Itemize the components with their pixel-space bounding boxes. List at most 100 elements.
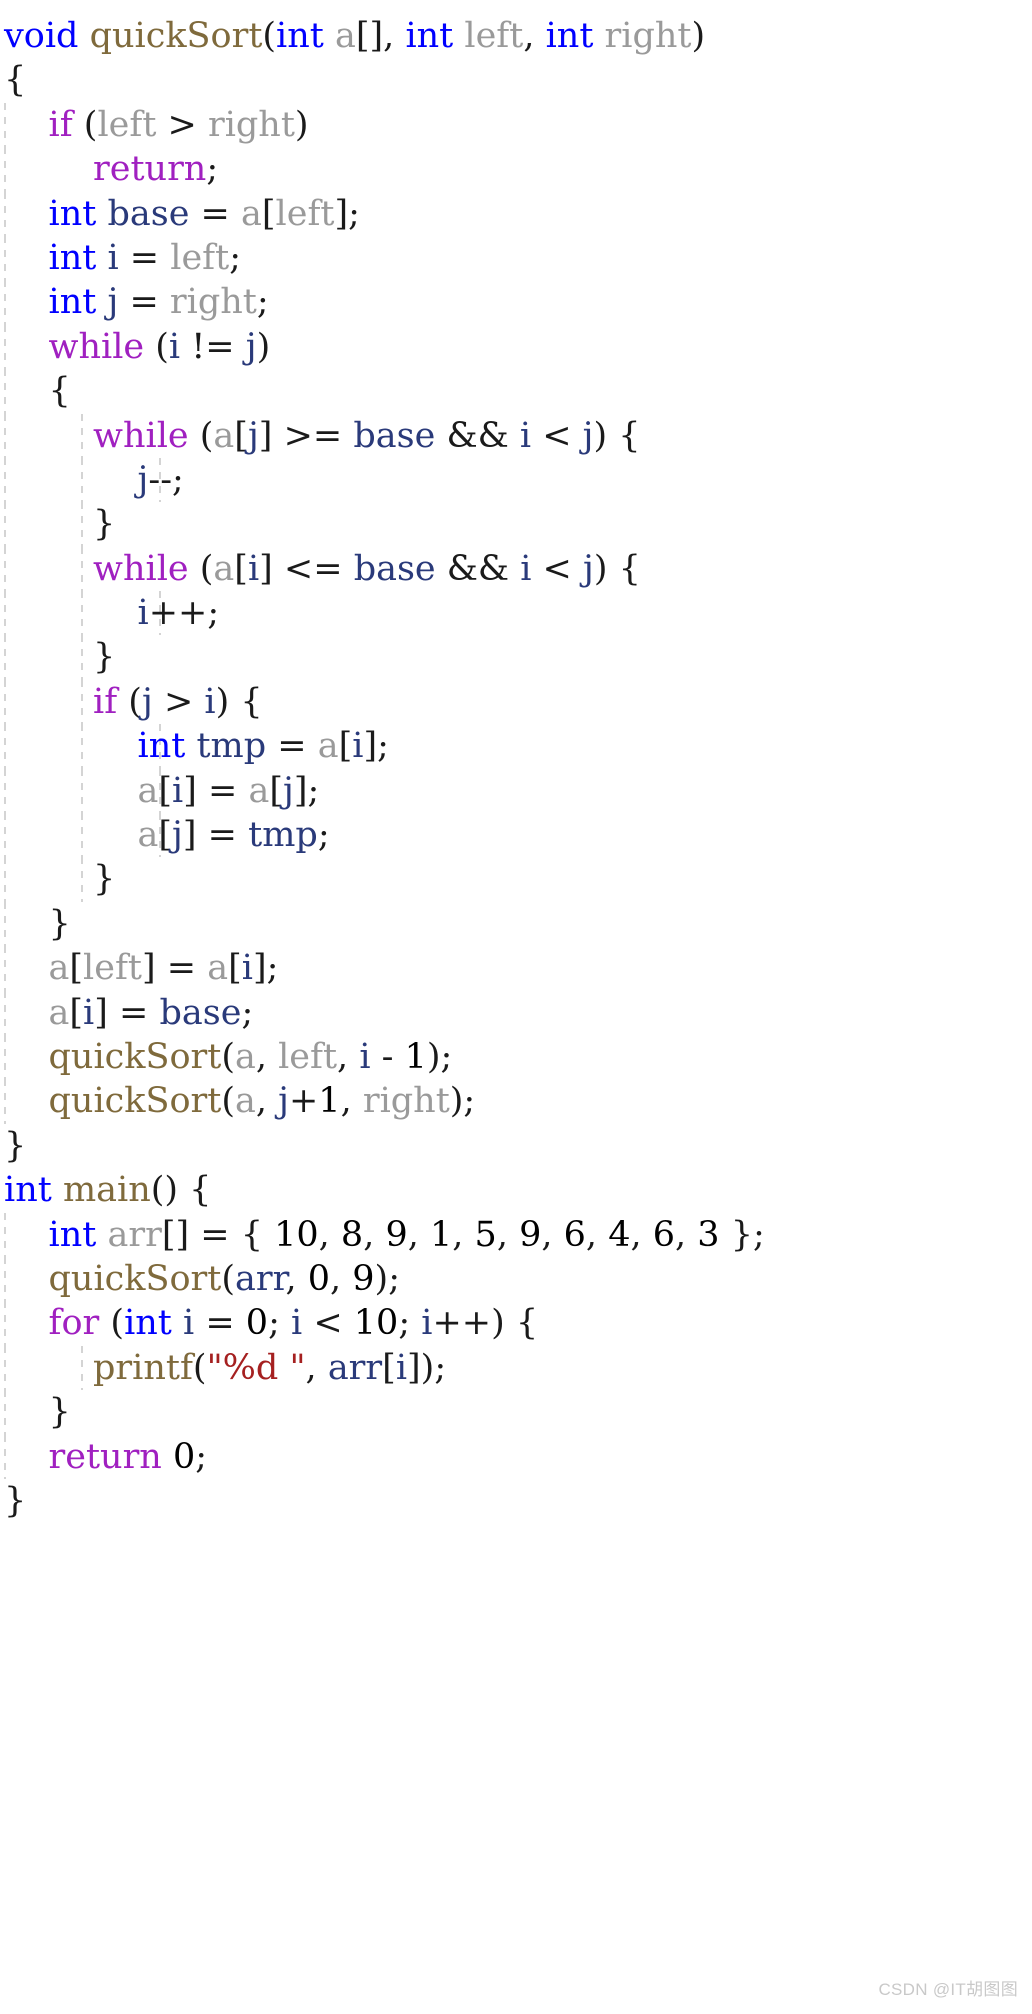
- code-line-text: {: [0, 58, 1032, 102]
- token-punc: &&: [435, 415, 520, 456]
- token-punc: [: [261, 193, 276, 234]
- token-punc: ];: [252, 948, 279, 989]
- token-punc: ,: [585, 1214, 609, 1255]
- token-var: i: [204, 681, 216, 722]
- token-ident: a: [137, 815, 159, 856]
- token-punc: [: [158, 815, 173, 856]
- csdn-watermark: CSDN @IT胡图图: [878, 1980, 1018, 1999]
- token-ident: right: [362, 1081, 450, 1122]
- token-punc: () {: [150, 1170, 212, 1211]
- code-line-text: int arr[] = { 10, 8, 9, 1, 5, 9, 6, 4, 6…: [0, 1213, 1032, 1257]
- token-punc: [52, 1170, 63, 1210]
- token-punc: [4, 1037, 49, 1077]
- code-line: int arr[] = { 10, 8, 9, 1, 5, 9, 6, 4, 6…: [0, 1212, 1032, 1257]
- token-ident: left: [278, 1036, 338, 1077]
- token-punc: ]);: [407, 1347, 447, 1388]
- code-line: void quickSort(int a[], int left, int ri…: [0, 14, 1032, 58]
- token-punc: (: [221, 1258, 235, 1299]
- token-punc: ,: [255, 1036, 279, 1077]
- token-punc: ] =: [141, 948, 208, 989]
- code-line: return;: [0, 147, 1032, 192]
- code-line: a[j] = tmp;: [0, 813, 1032, 858]
- token-kw: int: [545, 16, 594, 56]
- code-line: int tmp = a[i];: [0, 724, 1032, 769]
- token-punc: ,: [318, 1214, 341, 1255]
- token-punc: [96, 282, 107, 322]
- token-num: 10: [353, 1303, 399, 1344]
- token-punc: [: [69, 992, 84, 1033]
- code-line: int base = a[left];: [0, 191, 1032, 236]
- token-punc: ++) {: [432, 1303, 539, 1344]
- token-punc: (: [188, 548, 214, 589]
- token-punc: ,: [496, 1214, 520, 1255]
- token-num: 0: [307, 1258, 330, 1299]
- token-var: j: [278, 1081, 289, 1122]
- token-punc: [4, 682, 93, 722]
- code-line-text: a[i] = a[j];: [0, 769, 1032, 813]
- token-punc: [4, 1348, 93, 1388]
- token-ctrl: return: [93, 149, 207, 190]
- token-punc: [4, 282, 49, 322]
- code-line: j--;: [0, 457, 1032, 503]
- code-line: while (i != j): [0, 324, 1032, 370]
- token-punc: ] =: [183, 770, 249, 811]
- token-var: j: [247, 415, 259, 456]
- code-line-text: a[left] = a[i];: [0, 946, 1032, 990]
- token-punc: [: [338, 726, 353, 767]
- token-ident: left: [83, 948, 142, 989]
- token-punc: [: [158, 770, 173, 811]
- code-line: int i = left;: [0, 235, 1032, 281]
- token-punc: [: [234, 415, 248, 456]
- token-punc: [: [269, 770, 284, 811]
- code-line: }: [0, 1479, 1032, 1523]
- token-punc: (: [262, 16, 277, 56]
- token-punc: [4, 1081, 49, 1121]
- token-punc: [4, 815, 138, 855]
- code-line-text: int i = left;: [0, 236, 1032, 280]
- code-line: int main() {: [0, 1168, 1032, 1212]
- code-line: while (a[j] >= base && i < j) {: [0, 413, 1032, 458]
- code-line-text: }: [0, 1479, 1032, 1523]
- token-var: i: [352, 726, 364, 767]
- token-ident: a: [48, 992, 70, 1033]
- token-punc: [] = {: [161, 1214, 275, 1255]
- token-punc: [96, 1215, 107, 1255]
- token-punc: [4, 993, 49, 1033]
- code-line: a[left] = a[i];: [0, 946, 1032, 991]
- code-line: return 0;: [0, 1434, 1032, 1479]
- code-line: int j = right;: [0, 280, 1032, 325]
- token-var: base: [107, 193, 190, 234]
- token-punc: [4, 460, 138, 500]
- token-var: i: [520, 548, 532, 589]
- token-ident: left: [464, 16, 524, 56]
- token-punc: ;: [398, 1303, 422, 1344]
- token-num: 1: [318, 1081, 341, 1122]
- token-kw: int: [48, 1214, 97, 1255]
- token-punc: ;: [256, 282, 269, 323]
- code-line: if (j > i) {: [0, 679, 1032, 725]
- token-fn: quickSort: [48, 1258, 222, 1299]
- token-punc: ,: [541, 1214, 564, 1255]
- code-line-text: int base = a[left];: [0, 192, 1032, 236]
- code-line: a[i] = a[j];: [0, 768, 1032, 814]
- token-punc: ) {: [593, 548, 641, 589]
- token-num: 5: [474, 1214, 497, 1255]
- token-punc: !=: [180, 326, 246, 367]
- code-line-text: }: [0, 1124, 1032, 1168]
- code-line-text: while (i != j): [0, 325, 1032, 369]
- token-kw: int: [124, 1303, 172, 1344]
- code-line-text: quickSort(a, j+1, right);: [0, 1079, 1032, 1123]
- token-ident: right: [207, 104, 295, 145]
- token-var: i: [172, 770, 184, 811]
- code-line: }: [0, 1390, 1032, 1435]
- token-ident: arr: [107, 1214, 162, 1255]
- token-punc: [4, 1215, 49, 1255]
- token-punc: >: [156, 104, 208, 145]
- token-num: 6: [563, 1214, 586, 1255]
- token-kw: int: [405, 16, 454, 56]
- token-var: j: [283, 770, 294, 811]
- token-punc: ,: [675, 1214, 698, 1255]
- token-num: 1: [430, 1214, 453, 1255]
- token-punc: [4, 238, 49, 278]
- token-ctrl: if: [48, 104, 73, 145]
